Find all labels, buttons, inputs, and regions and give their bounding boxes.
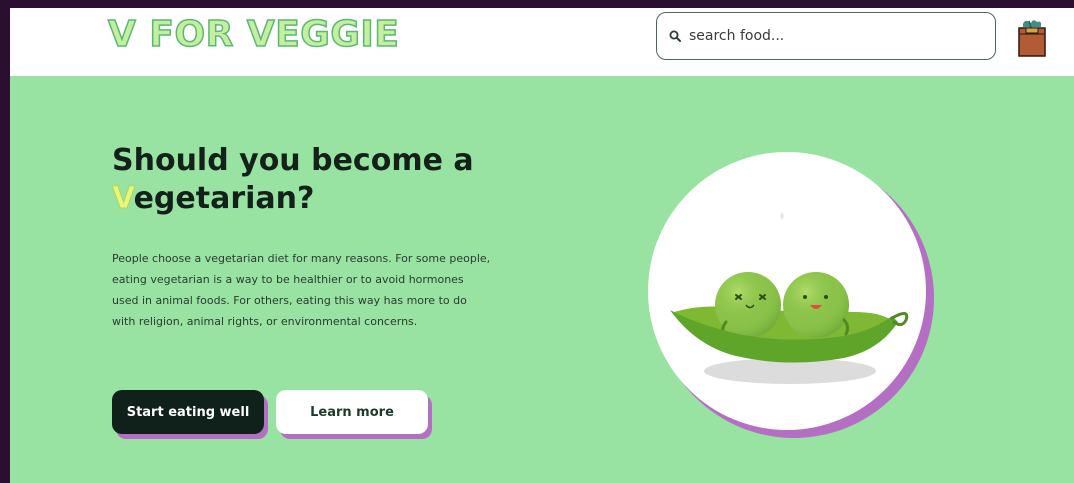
hero-description: People choose a vegetarian diet for many…: [112, 252, 491, 328]
search-input[interactable]: [689, 28, 979, 44]
peas-in-pod-illustration: [670, 212, 909, 384]
title-highlight-letter: V: [112, 181, 135, 217]
shopping-bag-icon[interactable]: [1015, 18, 1049, 58]
page-title: Should you become a Vegetarian?: [112, 142, 532, 218]
site-logo[interactable]: V FOR VEGGIE: [107, 13, 399, 56]
start-eating-button[interactable]: Start eating well: [112, 390, 264, 434]
title-line-1: Should you become a: [112, 143, 474, 178]
page-frame: V FOR VEGGIE Should you become a Vegetar…: [10, 8, 1074, 483]
hero-illustration-container: [648, 152, 934, 438]
site-header: V FOR VEGGIE: [10, 8, 1074, 76]
search-box[interactable]: [656, 12, 996, 60]
hero-circle: [648, 152, 926, 430]
learn-more-button[interactable]: Learn more: [276, 390, 428, 434]
search-icon: [657, 13, 689, 59]
title-line-2: egetarian?: [133, 181, 315, 216]
